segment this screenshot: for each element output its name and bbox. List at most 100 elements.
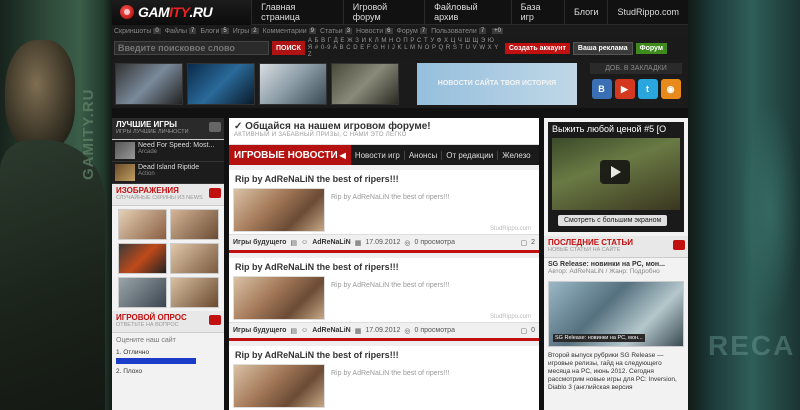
game-genre: Action: [138, 171, 155, 177]
alphabet-filter[interactable]: А Б В Г Д Е Ж З И К Л М Н О П Р С Т У Ф …: [308, 38, 500, 59]
content-columns: ЛУЧШИЕ ИГРЫ ИГРЫ ЛУЧШИЕ ЛИЧНОСТИ Need Fo…: [112, 118, 688, 410]
post-title[interactable]: Rip by AdReNaLiN the best of ripers!!!: [229, 170, 539, 188]
stat-item[interactable]: Комментарии 9: [263, 28, 317, 35]
gallery-image[interactable]: [169, 277, 219, 308]
stat-count: 6: [385, 28, 393, 34]
news-title-text: ИГРОВЫЕ НОВОСТИ: [234, 149, 338, 161]
tab-game-news[interactable]: Новости игр: [351, 151, 404, 160]
post-text: Rip by AdReNaLiN the best of ripers!!!: [331, 194, 450, 201]
video-fullscreen-button[interactable]: Смотреть с большим экраном: [558, 215, 668, 226]
post-title[interactable]: Rip by AdReNaLiN the best of ripers!!!: [229, 258, 539, 276]
stat-label: Блоги: [200, 27, 220, 35]
promo-thumb[interactable]: [331, 62, 399, 105]
stat-label: Скриншоты: [114, 27, 152, 35]
post-author[interactable]: AdReNaLiN: [312, 239, 351, 246]
gallery-image[interactable]: [117, 209, 167, 240]
game-name: Need For Speed: Most...: [138, 142, 215, 149]
gallery-image[interactable]: [169, 209, 219, 240]
stat-count: 7: [478, 28, 487, 34]
twitter-icon[interactable]: t: [637, 79, 658, 99]
vk-icon[interactable]: B: [591, 79, 612, 99]
stat-label: Игры: [232, 27, 250, 35]
user-icon: ☺: [301, 327, 309, 334]
tab-editorial[interactable]: От редакции: [441, 150, 497, 160]
game-item[interactable]: Dead Island Riptide Action: [112, 162, 224, 184]
your-ad-button[interactable]: Ваша реклама: [572, 41, 633, 55]
poll-result-bar: [116, 358, 196, 364]
search-button[interactable]: ПОИСК: [272, 41, 305, 55]
forum-button[interactable]: Форум: [635, 42, 668, 54]
character-face: [5, 40, 75, 150]
nav-games-db[interactable]: База игр: [510, 0, 564, 25]
nav-files[interactable]: Файловый архив: [424, 0, 511, 25]
image-grid: [112, 206, 224, 311]
stat-item[interactable]: +0: [490, 28, 503, 34]
post-body: Rip by AdReNaLiN the best of ripers!!! St…: [229, 188, 539, 234]
background-site-text: GAMITY.RU: [80, 88, 97, 181]
tab-hardware[interactable]: Железо: [497, 150, 534, 160]
nav-forum[interactable]: Игровой форум: [342, 0, 424, 25]
promo-thumb[interactable]: [187, 62, 255, 105]
articles-title: ПОСЛЕДНИЕ СТАТЬИ: [548, 238, 634, 247]
play-icon[interactable]: [600, 160, 630, 184]
articles-icon: [673, 240, 685, 250]
poll-option[interactable]: 1. Отлично: [112, 348, 224, 357]
post-image[interactable]: [233, 364, 325, 408]
create-account-button[interactable]: Создать аккаунт: [504, 42, 570, 54]
poll-option[interactable]: 2. Плохо: [112, 367, 224, 376]
post-category[interactable]: Игры будущего: [233, 327, 286, 334]
folder-icon: ▤: [290, 239, 298, 247]
post-text: Rip by AdReNaLiN the best of ripers!!!: [331, 282, 450, 289]
youtube-icon[interactable]: ▶: [614, 79, 635, 99]
bookmark-button[interactable]: ДОБ. В ЗАКЛАДКИ: [590, 63, 682, 74]
post-title[interactable]: Rip by AdReNaLiN the best of ripers!!!: [229, 346, 539, 364]
article-image[interactable]: SG Release: новинки на PC, мон...: [548, 281, 684, 347]
post-image[interactable]: [233, 188, 325, 232]
gallery-image[interactable]: [117, 277, 167, 308]
article-title[interactable]: SG Release: новинки на PC, мон...: [548, 261, 684, 268]
stat-item[interactable]: Форум 7: [397, 28, 428, 35]
post-comments[interactable]: 0: [531, 327, 535, 334]
nav-blogs[interactable]: Блоги: [563, 0, 607, 25]
articles-subtitle: НОВЫЕ СТАТЬИ НА САЙТЕ: [548, 247, 621, 253]
search-input[interactable]: [114, 41, 269, 55]
video-frame[interactable]: [552, 138, 680, 210]
stat-item[interactable]: Новости 6: [356, 27, 393, 35]
site-logo[interactable]: GAMITY.RU: [112, 0, 252, 25]
best-games-header: ЛУЧШИЕ ИГРЫ ИГРЫ ЛУЧШИЕ ЛИЧНОСТИ: [112, 118, 224, 140]
search-bar: ПОИСК А Б В Г Д Е Ж З И К Л М Н О П Р С …: [112, 37, 688, 59]
promo-thumb[interactable]: [115, 62, 183, 105]
stat-item[interactable]: Блоги 5: [200, 27, 229, 35]
post-source: StudRippo.com: [489, 226, 531, 232]
tab-announces[interactable]: Анонсы: [403, 150, 441, 160]
main-nav: Главная страница Игровой форум Файловый …: [251, 0, 688, 25]
forum-promo-title-text: Общайся на нашем игровом форуме!: [245, 121, 431, 132]
rss-icon[interactable]: ◉: [660, 79, 681, 99]
images-icon: [209, 188, 221, 198]
post-image[interactable]: [233, 276, 325, 320]
gallery-image[interactable]: [117, 243, 167, 274]
gallery-image[interactable]: [169, 243, 219, 274]
stat-item[interactable]: Скриншоты 0: [114, 28, 161, 35]
post-category[interactable]: Игры будущего: [233, 239, 286, 246]
promo-thumb[interactable]: [259, 62, 327, 105]
article-meta: Автор: AdReNaLiN / Жанр: Подробно: [548, 268, 660, 275]
stat-item[interactable]: Игры 2: [233, 28, 259, 35]
nav-studrippo[interactable]: StudRippo.com: [607, 0, 688, 25]
stat-item[interactable]: Файлы 7: [165, 28, 197, 35]
logo-text-main: GAM: [138, 4, 170, 20]
game-thumb: [115, 142, 135, 159]
nav-home[interactable]: Главная страница: [251, 0, 343, 25]
stat-item[interactable]: Статьи 3: [320, 28, 353, 35]
game-item[interactable]: Need For Speed: Most... Arcade: [112, 140, 224, 162]
stat-label: Новости: [356, 27, 384, 35]
articles-header: ПОСЛЕДНИЕ СТАТЬИ НОВЫЕ СТАТЬИ НА САЙТЕ: [544, 236, 688, 258]
post-author[interactable]: AdReNaLiN: [312, 327, 351, 334]
stat-item[interactable]: Пользователи 7: [431, 27, 487, 35]
post-comments[interactable]: 2: [531, 239, 535, 246]
forum-promo[interactable]: ✓ Общайся на нашем игровом форуме! АКТИВ…: [229, 118, 539, 145]
ad-banner[interactable]: НОВОСТИ САЙТА ТВОЯ ИСТОРИЯ: [417, 62, 577, 105]
video-title[interactable]: Выжить любой ценой #5 [O: [548, 122, 684, 136]
poll-header: ИГРОВОЙ ОПРОС ОТВЕТЬТЕ НА ВОПРОС: [112, 311, 224, 333]
stat-label: Пользователи: [431, 27, 477, 35]
